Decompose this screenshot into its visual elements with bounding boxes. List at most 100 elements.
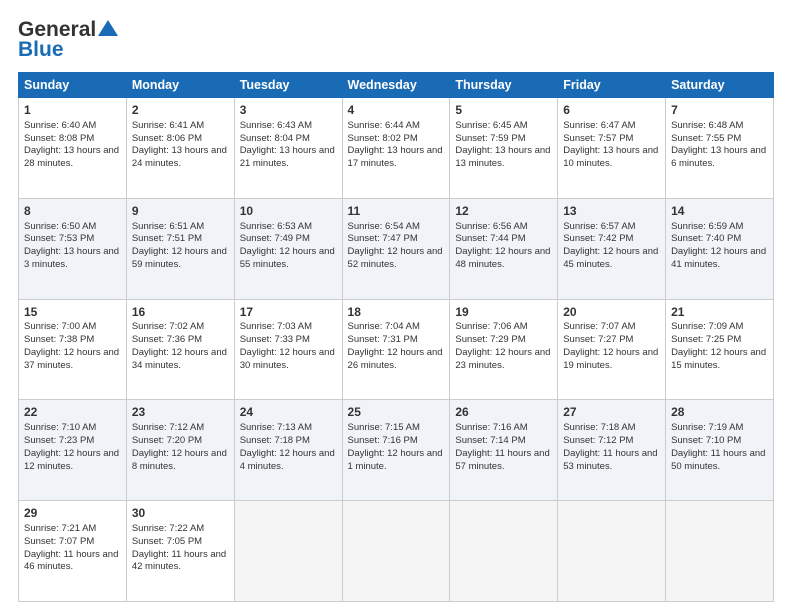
day-number: 19: [455, 304, 552, 321]
day-number: 13: [563, 203, 660, 220]
day-number: 4: [348, 102, 445, 119]
day-number: 14: [671, 203, 768, 220]
day-number: 10: [240, 203, 337, 220]
calendar-cell: 5Sunrise: 6:45 AMSunset: 7:59 PMDaylight…: [450, 98, 558, 199]
day-number: 7: [671, 102, 768, 119]
calendar-cell: 14Sunrise: 6:59 AMSunset: 7:40 PMDayligh…: [666, 198, 774, 299]
calendar-week-row: 15Sunrise: 7:00 AMSunset: 7:38 PMDayligh…: [19, 299, 774, 400]
day-details: Sunrise: 6:43 AMSunset: 8:04 PMDaylight:…: [240, 120, 337, 171]
calendar-cell: 13Sunrise: 6:57 AMSunset: 7:42 PMDayligh…: [558, 198, 666, 299]
day-details: Sunrise: 7:10 AMSunset: 7:23 PMDaylight:…: [24, 422, 121, 473]
calendar-cell: 18Sunrise: 7:04 AMSunset: 7:31 PMDayligh…: [342, 299, 450, 400]
calendar-week-row: 8Sunrise: 6:50 AMSunset: 7:53 PMDaylight…: [19, 198, 774, 299]
day-number: 11: [348, 203, 445, 220]
day-details: Sunrise: 7:22 AMSunset: 7:05 PMDaylight:…: [132, 523, 229, 574]
day-details: Sunrise: 7:06 AMSunset: 7:29 PMDaylight:…: [455, 321, 552, 372]
calendar-header-row: SundayMondayTuesdayWednesdayThursdayFrid…: [19, 73, 774, 98]
day-header-sunday: Sunday: [19, 73, 127, 98]
calendar-cell: 8Sunrise: 6:50 AMSunset: 7:53 PMDaylight…: [19, 198, 127, 299]
day-details: Sunrise: 6:57 AMSunset: 7:42 PMDaylight:…: [563, 221, 660, 272]
day-number: 29: [24, 505, 121, 522]
calendar-cell: 16Sunrise: 7:02 AMSunset: 7:36 PMDayligh…: [126, 299, 234, 400]
calendar-cell: 21Sunrise: 7:09 AMSunset: 7:25 PMDayligh…: [666, 299, 774, 400]
day-header-wednesday: Wednesday: [342, 73, 450, 98]
calendar-cell: 7Sunrise: 6:48 AMSunset: 7:55 PMDaylight…: [666, 98, 774, 199]
day-number: 24: [240, 404, 337, 421]
calendar-cell: [558, 501, 666, 602]
logo-blue-text: Blue: [18, 38, 64, 62]
day-number: 23: [132, 404, 229, 421]
day-details: Sunrise: 7:15 AMSunset: 7:16 PMDaylight:…: [348, 422, 445, 473]
day-details: Sunrise: 7:18 AMSunset: 7:12 PMDaylight:…: [563, 422, 660, 473]
logo: General Blue: [18, 18, 118, 62]
day-number: 17: [240, 304, 337, 321]
calendar-cell: 20Sunrise: 7:07 AMSunset: 7:27 PMDayligh…: [558, 299, 666, 400]
day-number: 18: [348, 304, 445, 321]
calendar-cell: [666, 501, 774, 602]
day-details: Sunrise: 6:59 AMSunset: 7:40 PMDaylight:…: [671, 221, 768, 272]
day-details: Sunrise: 6:53 AMSunset: 7:49 PMDaylight:…: [240, 221, 337, 272]
day-details: Sunrise: 7:19 AMSunset: 7:10 PMDaylight:…: [671, 422, 768, 473]
calendar-week-row: 29Sunrise: 7:21 AMSunset: 7:07 PMDayligh…: [19, 501, 774, 602]
calendar-cell: 24Sunrise: 7:13 AMSunset: 7:18 PMDayligh…: [234, 400, 342, 501]
day-details: Sunrise: 6:51 AMSunset: 7:51 PMDaylight:…: [132, 221, 229, 272]
day-details: Sunrise: 7:04 AMSunset: 7:31 PMDaylight:…: [348, 321, 445, 372]
calendar-cell: 23Sunrise: 7:12 AMSunset: 7:20 PMDayligh…: [126, 400, 234, 501]
calendar-cell: 15Sunrise: 7:00 AMSunset: 7:38 PMDayligh…: [19, 299, 127, 400]
calendar-cell: 2Sunrise: 6:41 AMSunset: 8:06 PMDaylight…: [126, 98, 234, 199]
calendar-table: SundayMondayTuesdayWednesdayThursdayFrid…: [18, 72, 774, 602]
day-header-thursday: Thursday: [450, 73, 558, 98]
calendar-cell: 28Sunrise: 7:19 AMSunset: 7:10 PMDayligh…: [666, 400, 774, 501]
calendar-cell: 3Sunrise: 6:43 AMSunset: 8:04 PMDaylight…: [234, 98, 342, 199]
day-number: 22: [24, 404, 121, 421]
day-details: Sunrise: 7:03 AMSunset: 7:33 PMDaylight:…: [240, 321, 337, 372]
day-number: 16: [132, 304, 229, 321]
day-details: Sunrise: 7:00 AMSunset: 7:38 PMDaylight:…: [24, 321, 121, 372]
day-details: Sunrise: 7:07 AMSunset: 7:27 PMDaylight:…: [563, 321, 660, 372]
day-number: 5: [455, 102, 552, 119]
calendar-cell: [234, 501, 342, 602]
header: General Blue: [18, 18, 774, 62]
calendar-cell: 10Sunrise: 6:53 AMSunset: 7:49 PMDayligh…: [234, 198, 342, 299]
day-details: Sunrise: 6:56 AMSunset: 7:44 PMDaylight:…: [455, 221, 552, 272]
calendar-cell: 29Sunrise: 7:21 AMSunset: 7:07 PMDayligh…: [19, 501, 127, 602]
day-number: 1: [24, 102, 121, 119]
day-number: 15: [24, 304, 121, 321]
calendar-week-row: 1Sunrise: 6:40 AMSunset: 8:08 PMDaylight…: [19, 98, 774, 199]
day-header-tuesday: Tuesday: [234, 73, 342, 98]
day-details: Sunrise: 6:50 AMSunset: 7:53 PMDaylight:…: [24, 221, 121, 272]
calendar-cell: 6Sunrise: 6:47 AMSunset: 7:57 PMDaylight…: [558, 98, 666, 199]
day-number: 25: [348, 404, 445, 421]
day-details: Sunrise: 6:48 AMSunset: 7:55 PMDaylight:…: [671, 120, 768, 171]
calendar-cell: 30Sunrise: 7:22 AMSunset: 7:05 PMDayligh…: [126, 501, 234, 602]
day-number: 28: [671, 404, 768, 421]
day-details: Sunrise: 6:40 AMSunset: 8:08 PMDaylight:…: [24, 120, 121, 171]
day-header-monday: Monday: [126, 73, 234, 98]
day-number: 27: [563, 404, 660, 421]
calendar-cell: 17Sunrise: 7:03 AMSunset: 7:33 PMDayligh…: [234, 299, 342, 400]
day-number: 26: [455, 404, 552, 421]
day-number: 8: [24, 203, 121, 220]
calendar-cell: 4Sunrise: 6:44 AMSunset: 8:02 PMDaylight…: [342, 98, 450, 199]
calendar-cell: 9Sunrise: 6:51 AMSunset: 7:51 PMDaylight…: [126, 198, 234, 299]
day-details: Sunrise: 6:47 AMSunset: 7:57 PMDaylight:…: [563, 120, 660, 171]
calendar-cell: 11Sunrise: 6:54 AMSunset: 7:47 PMDayligh…: [342, 198, 450, 299]
day-number: 21: [671, 304, 768, 321]
day-details: Sunrise: 7:16 AMSunset: 7:14 PMDaylight:…: [455, 422, 552, 473]
day-details: Sunrise: 6:54 AMSunset: 7:47 PMDaylight:…: [348, 221, 445, 272]
day-header-saturday: Saturday: [666, 73, 774, 98]
day-number: 2: [132, 102, 229, 119]
day-details: Sunrise: 6:44 AMSunset: 8:02 PMDaylight:…: [348, 120, 445, 171]
calendar-week-row: 22Sunrise: 7:10 AMSunset: 7:23 PMDayligh…: [19, 400, 774, 501]
calendar-cell: 25Sunrise: 7:15 AMSunset: 7:16 PMDayligh…: [342, 400, 450, 501]
day-number: 20: [563, 304, 660, 321]
calendar-cell: 27Sunrise: 7:18 AMSunset: 7:12 PMDayligh…: [558, 400, 666, 501]
day-details: Sunrise: 7:09 AMSunset: 7:25 PMDaylight:…: [671, 321, 768, 372]
day-details: Sunrise: 7:12 AMSunset: 7:20 PMDaylight:…: [132, 422, 229, 473]
day-number: 12: [455, 203, 552, 220]
calendar-cell: [342, 501, 450, 602]
calendar-cell: 12Sunrise: 6:56 AMSunset: 7:44 PMDayligh…: [450, 198, 558, 299]
day-number: 30: [132, 505, 229, 522]
day-number: 6: [563, 102, 660, 119]
calendar-cell: 1Sunrise: 6:40 AMSunset: 8:08 PMDaylight…: [19, 98, 127, 199]
